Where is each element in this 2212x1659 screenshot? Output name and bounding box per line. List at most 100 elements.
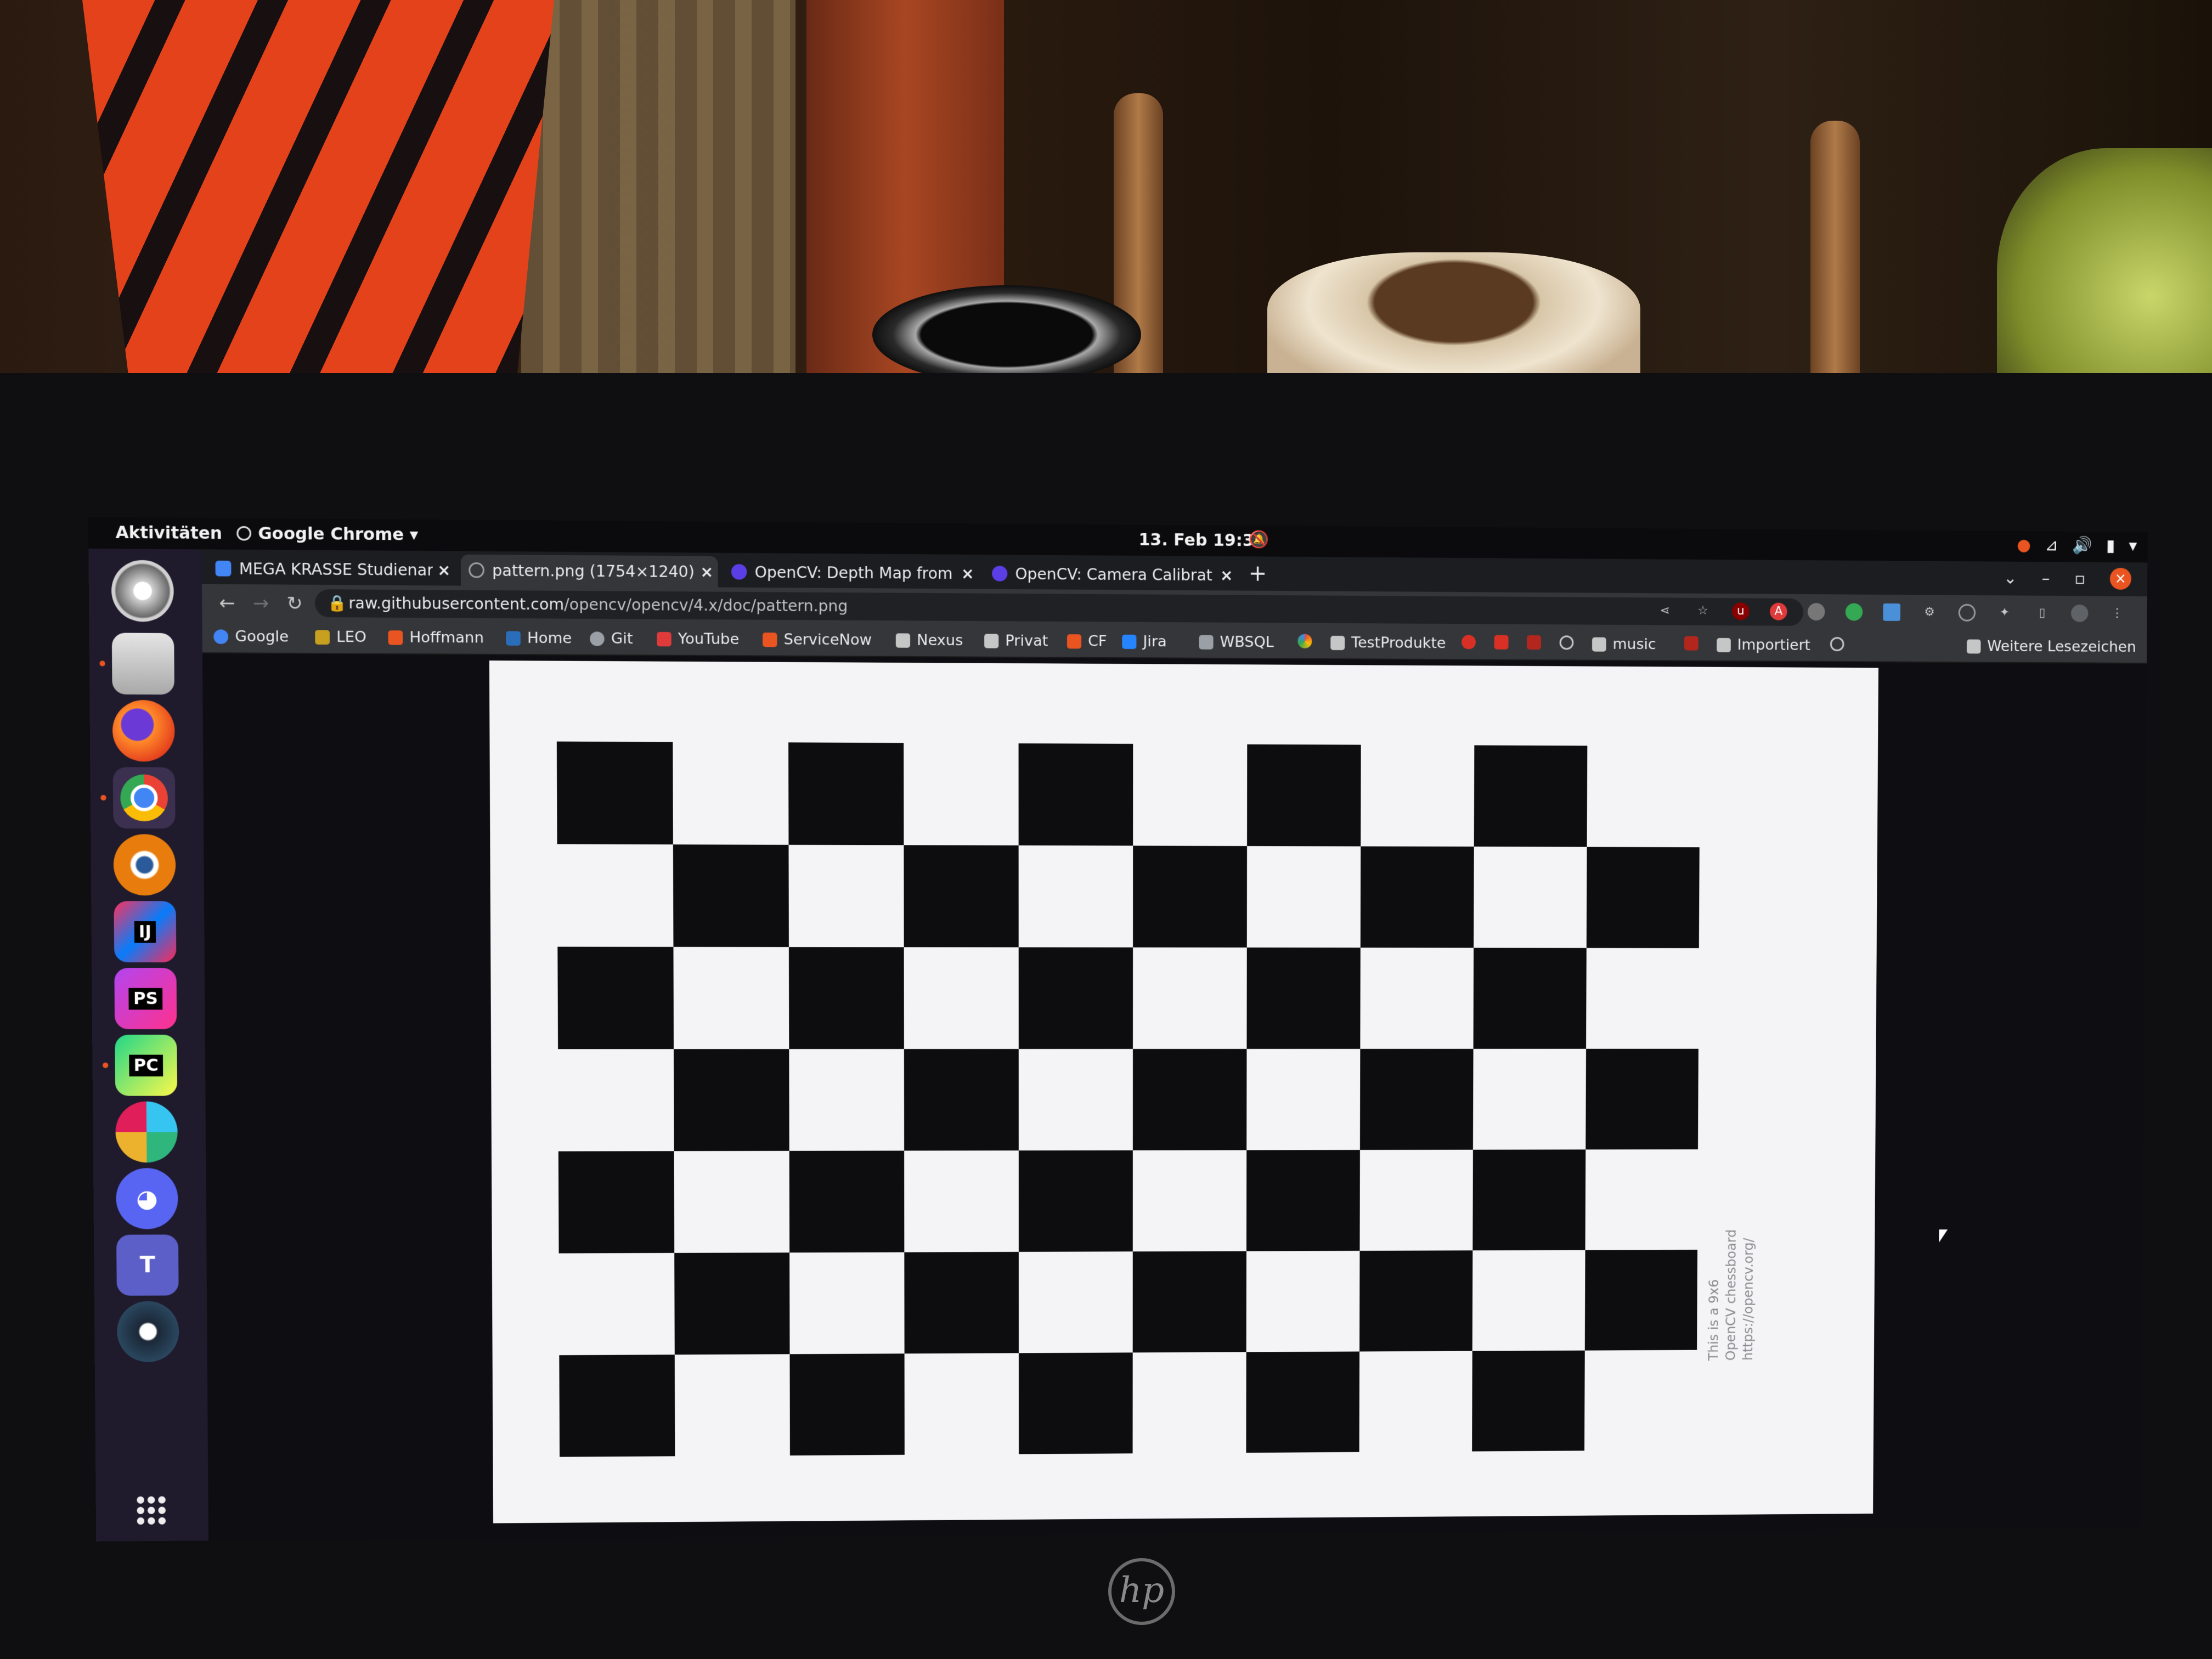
bookmark-servicenow[interactable]: ServiceNow [763, 631, 872, 648]
wbsql-icon [1199, 635, 1214, 650]
extension-gear-icon[interactable]: ⚙ [1921, 603, 1938, 621]
share-icon[interactable]: ⋖ [1656, 602, 1674, 619]
bookmark-red-icon-3[interactable] [1527, 635, 1548, 650]
app-menu[interactable]: Google Chrome ▾ [258, 524, 418, 545]
extension-green-icon[interactable] [1845, 603, 1863, 621]
extension-circle-icon[interactable] [1958, 603, 1976, 622]
home-icon [506, 630, 521, 646]
bookmark-folder-importiert[interactable]: Importiert [1717, 636, 1810, 654]
hp-logo: hp [1108, 1558, 1175, 1625]
chessboard-square [674, 1049, 789, 1152]
clock[interactable]: 13. Feb 19:39 [1139, 531, 1266, 551]
address-bar[interactable]: 🔒 raw.githubusercontent.com/opencv/openc… [314, 589, 1804, 626]
folder-icon [1717, 637, 1731, 652]
tab-opencv-camera-calibration[interactable]: OpenCV: Camera Calibrat × [984, 558, 1238, 590]
bookmark-globe-icon-only[interactable] [1559, 635, 1581, 650]
adblock-icon[interactable]: A [1770, 602, 1787, 620]
extension-gray-icon[interactable] [1807, 603, 1825, 621]
bookmark-git[interactable]: Git [590, 630, 633, 647]
dock-chrome-icon[interactable] [112, 767, 176, 829]
jira-icon [1122, 634, 1137, 649]
bookmark-youtube[interactable]: YouTube [657, 630, 739, 648]
other-bookmarks[interactable]: Weitere Lesezeichen [1966, 637, 2136, 656]
bookmark-leo[interactable]: LEO [315, 628, 366, 646]
ublock-icon[interactable]: u [1732, 602, 1750, 620]
servicenow-icon [763, 632, 777, 647]
bookmark-red-icon-2[interactable] [1494, 635, 1515, 650]
tab-close-icon[interactable]: × [433, 561, 455, 579]
new-tab-button[interactable]: + [1249, 561, 1267, 586]
battery-icon[interactable]: ▮ [2106, 536, 2115, 555]
back-button[interactable]: ← [219, 592, 235, 614]
tab-close-icon[interactable]: × [1216, 566, 1238, 584]
tab-pattern-png[interactable]: pattern.png (1754×1240) × [460, 554, 718, 588]
dock-blender-icon[interactable] [113, 834, 176, 896]
close-window-button[interactable]: × [2109, 567, 2132, 590]
globe-icon [469, 562, 484, 578]
chessboard-square [1246, 947, 1361, 1049]
bookmark-folder-nexus[interactable]: Nexus [895, 631, 963, 649]
minimize-button[interactable]: – [2041, 569, 2050, 588]
bookmark-star-icon[interactable]: ☆ [1694, 602, 1712, 620]
chessboard-square [1246, 1351, 1360, 1453]
dock-pycharm-icon[interactable]: PC [115, 1035, 178, 1096]
dock-firefox-icon[interactable] [112, 699, 175, 762]
pattern-image[interactable]: This is a 9x6 OpenCV chessboard https://… [489, 660, 1879, 1523]
bed-post-right [1810, 121, 1860, 395]
dock-slack-icon[interactable] [115, 1101, 178, 1163]
bookmark-red-icon-1[interactable] [1462, 635, 1482, 650]
forward-button[interactable]: → [253, 592, 269, 614]
dock-settings-icon[interactable] [111, 560, 174, 622]
bookmark-red-icon-4[interactable] [1684, 636, 1705, 651]
extension-picture-icon[interactable] [1883, 603, 1901, 621]
dock-discord-icon[interactable]: ◕ [116, 1168, 178, 1229]
bookmark-hoffmann[interactable]: Hoffmann [388, 629, 484, 647]
chessboard-square [904, 845, 1019, 947]
globe-icon [1559, 635, 1574, 650]
side-panel-icon[interactable]: ▯ [2034, 605, 2051, 622]
bookmark-folder-privat[interactable]: Privat [984, 632, 1048, 650]
extensions-puzzle-icon[interactable]: ✦ [1996, 604, 2013, 622]
chessboard-square [1132, 1048, 1247, 1150]
profile-avatar-icon[interactable] [2070, 605, 2089, 622]
maximize-button[interactable]: ▫ [2074, 569, 2085, 588]
bookmark-colorful-icon-only[interactable] [1297, 634, 1318, 648]
tab-search-chevron-icon[interactable]: ⌄ [2004, 568, 2017, 588]
dock-files-icon[interactable] [111, 633, 174, 695]
flag-decoration [82, 0, 554, 384]
bookmark-folder-testprodukte[interactable]: TestProdukte [1330, 634, 1446, 652]
bookmark-cf[interactable]: CF [1066, 633, 1107, 650]
chessboard-square [558, 1151, 675, 1254]
chessboard-square [559, 1355, 675, 1457]
hoffmann-icon [388, 630, 403, 645]
dock-teams-icon[interactable]: T [116, 1234, 179, 1296]
url-host: raw.githubusercontent.com [348, 594, 565, 614]
tab-mega-krasse[interactable]: MEGA KRASSE Studienarbeit × [207, 552, 455, 585]
tab-opencv-depth-map[interactable]: OpenCV: Depth Map from × [724, 556, 979, 589]
system-menu-chevron-icon[interactable]: ▾ [2129, 537, 2137, 556]
system-tray[interactable]: ● ⊿ 🔊 ▮ ▾ [2017, 535, 2137, 555]
activities-button[interactable]: Aktivitäten [116, 523, 222, 543]
bookmark-smiley-icon-only[interactable] [1830, 637, 1850, 652]
dock-phpstorm-icon[interactable]: PS [114, 968, 177, 1029]
chessboard-square [904, 1251, 1019, 1354]
dock-steam-icon[interactable] [116, 1301, 179, 1363]
bookmark-folder-music[interactable]: music [1592, 636, 1656, 653]
bookmark-google[interactable]: Google [213, 628, 289, 646]
chessboard-square [788, 742, 904, 845]
volume-icon[interactable]: 🔊 [2072, 536, 2092, 555]
dock-intellij-icon[interactable]: IJ [114, 901, 177, 963]
chessboard-square [1586, 847, 1700, 949]
tab-close-icon[interactable]: × [696, 562, 718, 581]
reload-button[interactable]: ↻ [286, 592, 303, 615]
color-picker-icon[interactable]: ● [2017, 535, 2031, 555]
show-apps-grid-icon[interactable] [135, 1494, 167, 1526]
bookmark-jira[interactable]: Jira [1122, 633, 1167, 650]
bookmark-wbsql[interactable]: WBSQL [1199, 634, 1274, 651]
tab-close-icon[interactable]: × [957, 564, 979, 583]
folder-icon [984, 633, 999, 648]
network-icon[interactable]: ⊿ [2045, 535, 2058, 555]
bookmark-home[interactable]: Home [506, 629, 572, 647]
chrome-menu-icon[interactable]: ⋮ [2108, 605, 2125, 622]
image-caption: This is a 9x6 OpenCV chessboard https://… [1706, 1229, 1757, 1361]
